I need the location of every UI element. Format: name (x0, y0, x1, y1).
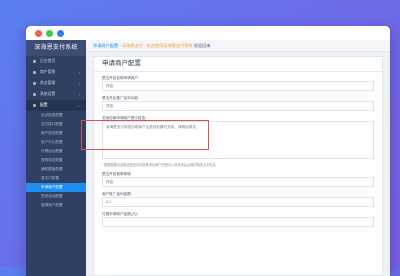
sidebar-subitem-merchant[interactable]: 商户相关配置 (26, 129, 86, 138)
chevron-down-icon: ⌄ (76, 103, 80, 108)
paid-apply-amount-input[interactable] (102, 217, 374, 227)
close-tip-hint: * 根据需要对该渠道是否关闭自助申请商户的提示以及关闭后出现的相关文字信息 (102, 163, 216, 167)
minimize-window-dot[interactable] (57, 30, 64, 37)
sidebar-subitem-payment[interactable]: 支付接口配置 (26, 120, 86, 129)
sidebar-subitem-agent[interactable]: 代理后台配置 (26, 147, 86, 156)
sidebar-subitem-invite[interactable]: 邀请商户配置 (26, 201, 86, 210)
rate-review-select[interactable]: 开启 (102, 177, 374, 187)
sidebar-subitem-withdraw[interactable]: 提现相关配置 (26, 156, 86, 165)
shop-icon (33, 82, 36, 85)
sidebar-item-label: 商业管理 (40, 81, 56, 85)
sidebar-item-merchants[interactable]: 商户管理 ‹ (26, 67, 86, 78)
sidebar-subitem-apply-merchant[interactable]: 申请商户配置 (26, 183, 86, 192)
panel-title: 申请商户配置 (94, 57, 382, 72)
breadcrumb-description: 深海恩支付 · 欢迎使用深海恩支付系统 (121, 43, 193, 48)
close-window-dot[interactable] (35, 30, 42, 37)
sidebar-item-label: 后台首页 (40, 59, 56, 63)
referral-select[interactable]: 开启 (102, 101, 374, 111)
highlight-box (81, 120, 209, 150)
breadcrumb-welcome: 欢迎回来 (192, 43, 211, 48)
sidebar-item-label: 配置 (40, 103, 48, 107)
sidebar-item-label: 商户管理 (40, 70, 56, 74)
gear-icon (33, 93, 36, 96)
sidebar-item-config[interactable]: 配置 ⌄ (26, 100, 86, 111)
sidebar-subitem-epay[interactable]: 易支付配置 (26, 174, 86, 183)
sidebar-subitem-checkin[interactable]: 签到活动配置 (26, 192, 86, 201)
user-icon (33, 71, 36, 74)
app-window: 深海恩支付系统 后台首页 商户管理 ‹ 商业管理 ‹ 系统设置 ‹ 配置 ⌄ 站… (26, 26, 390, 276)
sidebar: 深海恩支付系统 后台首页 商户管理 ‹ 商业管理 ‹ 系统设置 ‹ 配置 ⌄ 站… (26, 40, 86, 276)
home-icon (33, 60, 36, 63)
sidebar-subitem-usercenter[interactable]: 用户中心配置 (26, 138, 86, 147)
maximize-window-dot[interactable] (46, 30, 53, 37)
config-form: 是否开启自助申请商户: 开启 是否开启推广返利功能: 开启 关闭自助申请商户提示… (102, 75, 374, 231)
chevron-left-icon: ‹ (78, 92, 80, 97)
sidebar-subitem-site[interactable]: 站点信息配置 (26, 111, 86, 120)
config-panel: 申请商户配置 是否开启自助申请商户: 开启 是否开启推广返利功能: 开启 关闭自… (93, 56, 383, 276)
sidebar-item-home[interactable]: 后台首页 (26, 56, 86, 67)
breadcrumb: 申请商户配置 - 深海恩支付 · 欢迎使用深海恩支付系统 欢迎回来 (86, 40, 390, 52)
sidebar-item-settings[interactable]: 系统设置 ‹ (26, 89, 86, 100)
sidebar-item-business[interactable]: 商业管理 ‹ (26, 78, 86, 89)
main-content: 申请商户配置 - 深海恩支付 · 欢迎使用深海恩支付系统 欢迎回来 申请商户配置… (86, 40, 390, 276)
referral-amount-input[interactable]: 0.1 (102, 197, 374, 207)
sidebar-item-label: 系统设置 (40, 92, 56, 96)
breadcrumb-current[interactable]: 申请商户配置 (93, 43, 118, 48)
title-bar (26, 26, 390, 40)
sidebar-subitem-notify[interactable]: 通知模板配置 (26, 165, 86, 174)
brand-title: 深海恩支付系统 (26, 40, 86, 56)
self-apply-select[interactable]: 开启 (102, 81, 374, 91)
chevron-left-icon: ‹ (78, 81, 80, 86)
config-icon (33, 104, 36, 107)
chevron-left-icon: ‹ (78, 70, 80, 75)
